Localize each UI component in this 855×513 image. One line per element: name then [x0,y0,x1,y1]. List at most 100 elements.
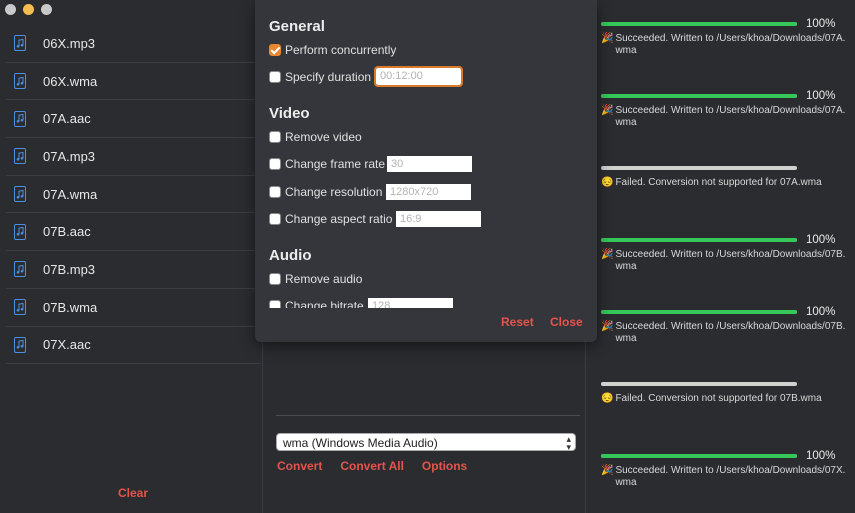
remove-audio-checkbox[interactable] [269,273,281,285]
progress-bar [601,22,797,26]
convert-all-button[interactable]: Convert All [340,459,404,473]
video-section-title: Video [269,105,310,122]
progress-row: 100% [601,18,846,30]
file-name: 07A.mp3 [43,148,96,164]
change-aspect-ratio-label: Change aspect ratio [285,212,393,226]
conversion-result: 😔 Failed. Conversion not supported for 07… [601,162,846,189]
perform-concurrently-label: Perform concurrently [285,43,397,57]
specify-duration-checkbox[interactable] [269,71,281,83]
format-select[interactable]: wma (Windows Media Audio) ▴ ▾ [276,433,576,452]
party-popper-icon: 🎉 [601,249,614,260]
sad-face-icon: 😔 [601,177,614,188]
conversion-result: 100% 🎉 Succeeded. Written to /Users/khoa/D… [601,306,846,345]
file-list-item[interactable]: 07B.aac [6,213,261,252]
audio-file-icon [14,299,26,316]
resolution-input[interactable]: 1280x720 [386,184,471,200]
file-list-item[interactable]: 07B.wma [6,289,261,327]
progress-bar [601,238,797,242]
format-select-value: wma (Windows Media Audio) [283,436,438,450]
result-message: 😔 Failed. Conversion not supported for 07… [601,393,846,405]
clear-button[interactable]: Clear [118,486,148,500]
file-list-item[interactable]: 07X.aac [6,327,261,365]
remove-video-checkbox[interactable] [269,131,281,143]
progress-bar [601,94,797,98]
window-zoom-button[interactable] [41,4,52,15]
audio-file-icon [14,110,26,127]
change-aspect-ratio-checkbox[interactable] [269,213,281,225]
party-popper-icon: 🎉 [601,33,614,44]
result-text: Failed. Conversion not supported for 07B… [615,393,822,404]
general-section-title: General [269,18,325,35]
convert-button[interactable]: Convert [277,459,322,473]
frame-rate-input[interactable]: 30 [387,156,472,172]
progress-row: 100% [601,450,846,462]
file-name: 07X.aac [43,337,91,353]
conversion-result: 100% 🎉 Succeeded. Written to /Users/khoa/D… [601,18,846,57]
remove-video-label: Remove video [285,130,362,144]
change-bitrate-option[interactable]: Change bitrate [269,299,364,308]
file-list-panel: 06X.mp3 06X.wma 07A.aac 07A.mp3 07A.wma 07B.a… [0,0,263,513]
progress-percent: 100% [806,234,836,246]
bitrate-input[interactable]: 128 [368,298,453,308]
aspect-ratio-input[interactable]: 16:9 [396,211,481,227]
change-bitrate-label: Change bitrate [285,299,364,308]
sad-face-icon: 😔 [601,393,614,404]
select-arrows-icon: ▴ ▾ [566,434,571,452]
progress-percent: 100% [806,450,836,462]
progress-row: 100% [601,90,846,102]
progress-bar [601,166,797,170]
result-message: 🎉 Succeeded. Written to /Users/khoa/Downl… [601,321,846,345]
options-button[interactable]: Options [422,459,467,473]
audio-file-icon [14,35,26,52]
reset-button[interactable]: Reset [501,315,534,329]
file-name: 06X.mp3 [43,35,96,51]
audio-file-icon [14,73,26,90]
change-bitrate-checkbox[interactable] [269,300,281,308]
progress-bar [601,310,797,314]
file-list-item[interactable]: 07A.aac [6,100,261,139]
progress-bar [601,454,797,458]
file-list: 06X.mp3 06X.wma 07A.aac 07A.mp3 07A.wma 07B.a… [6,25,261,365]
file-list-item[interactable]: 07B.mp3 [6,251,261,289]
perform-concurrently-checkbox[interactable] [269,44,281,56]
party-popper-icon: 🎉 [601,465,614,476]
file-list-item[interactable]: 06X.mp3 [6,25,261,63]
perform-concurrently-option[interactable]: Perform concurrently [269,43,396,57]
specify-duration-option[interactable]: Specify duration [269,70,371,84]
window-minimize-button[interactable] [23,4,34,15]
close-button[interactable]: Close [550,315,583,329]
remove-audio-option[interactable]: Remove audio [269,272,362,286]
remove-video-option[interactable]: Remove video [269,130,362,144]
options-popover: General Perform concurrently Specify dur… [255,0,597,342]
conversion-result: 100% 🎉 Succeeded. Written to /Users/khoa/D… [601,234,846,273]
change-resolution-option[interactable]: Change resolution [269,185,382,199]
audio-file-icon [14,186,26,203]
progress-percent: 100% [806,306,836,318]
result-text: Failed. Conversion not supported for 07A… [615,177,822,188]
change-aspect-ratio-option[interactable]: Change aspect ratio [269,212,392,226]
progress-row [601,162,846,174]
progress-row: 100% [601,234,846,246]
file-list-item[interactable]: 07A.mp3 [6,138,261,176]
duration-input[interactable]: 00:12:00 [374,66,463,87]
window-close-button[interactable] [5,4,16,15]
change-frame-rate-checkbox[interactable] [269,158,281,170]
audio-section-title: Audio [269,247,312,264]
specify-duration-label: Specify duration [285,70,372,84]
change-frame-rate-option[interactable]: Change frame rate [269,157,385,171]
party-popper-icon: 🎉 [601,105,614,116]
file-list-item[interactable]: 06X.wma [6,63,261,101]
file-list-item[interactable]: 07A.wma [6,176,261,214]
progress-row [601,378,846,390]
file-name: 07B.aac [43,224,91,240]
options-scroll-area[interactable]: General Perform concurrently Specify dur… [255,0,597,308]
result-message: 😔 Failed. Conversion not supported for 07… [601,177,846,189]
progress-row: 100% [601,306,846,318]
result-text: Succeeded. Written to /Users/khoa/Downlo… [615,321,846,344]
file-name: 07B.wma [43,299,98,315]
remove-audio-label: Remove audio [285,272,363,286]
result-message: 🎉 Succeeded. Written to /Users/khoa/Downl… [601,33,846,57]
result-message: 🎉 Succeeded. Written to /Users/khoa/Downl… [601,105,846,129]
change-resolution-checkbox[interactable] [269,186,281,198]
audio-file-icon [14,336,26,353]
